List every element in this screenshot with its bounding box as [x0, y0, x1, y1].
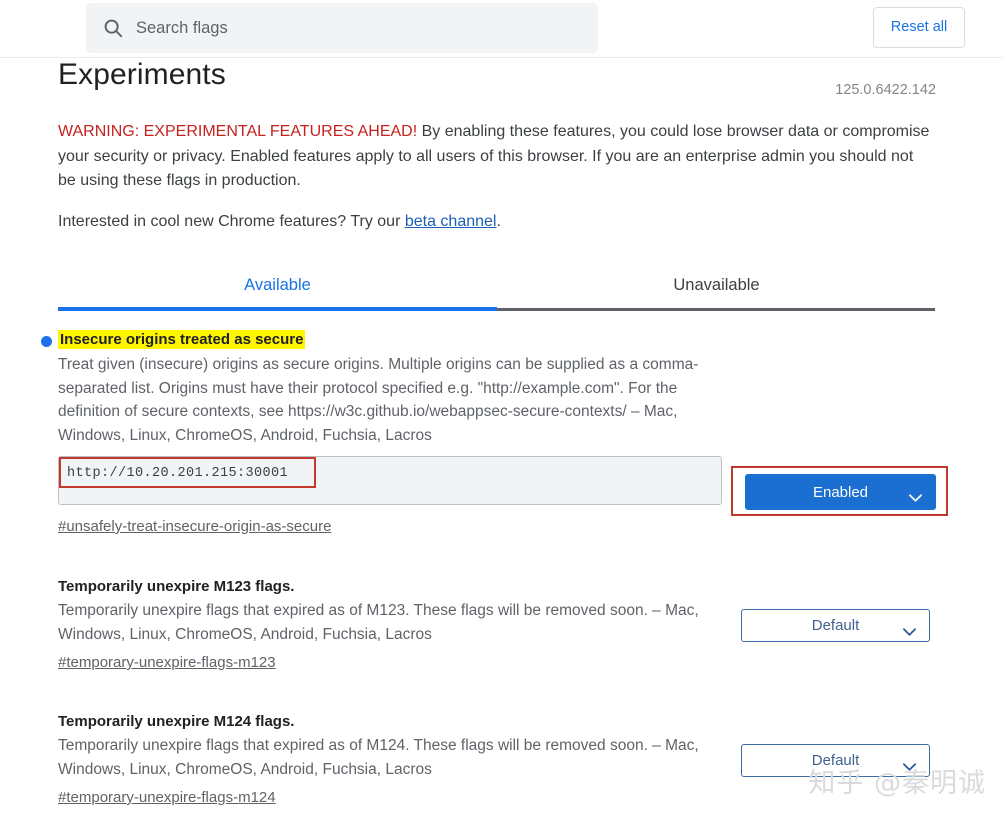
page-title: Experiments — [58, 58, 226, 91]
search-input[interactable] — [136, 18, 556, 38]
experiment-body: Insecure origins treated as secure Treat… — [58, 330, 726, 536]
insecure-origins-textarea[interactable] — [58, 456, 722, 505]
search-box[interactable] — [86, 3, 598, 53]
tab-active-indicator — [58, 307, 497, 311]
unexpire-m124-select[interactable]: Default — [741, 744, 930, 777]
experiment-permalink[interactable]: #unsafely-treat-insecure-origin-as-secur… — [58, 518, 331, 535]
tabs: Available Unavailable — [58, 263, 936, 311]
experiment-body: Temporarily unexpire M124 flags. Tempora… — [58, 713, 726, 807]
warning-lead: WARNING: EXPERIMENTAL FEATURES AHEAD! — [58, 123, 418, 140]
experiment-title: Temporarily unexpire M124 flags. — [58, 713, 295, 730]
page-header: Experiments 125.0.6422.142 — [0, 58, 1002, 110]
experiment-permalink[interactable]: #temporary-unexpire-flags-m123 — [58, 654, 276, 671]
tab-available[interactable]: Available — [58, 263, 497, 308]
flags-page: Experiments 125.0.6422.142 WARNING: EXPE… — [0, 58, 1002, 814]
top-bar: Reset all — [0, 0, 1002, 58]
experiment-select-wrap: Enabled — [745, 474, 936, 510]
reset-all-button[interactable]: Reset all — [873, 7, 965, 48]
experiment-modified-dot-icon — [41, 336, 52, 347]
experiment-title: Insecure origins treated as secure — [58, 330, 306, 349]
unexpire-m123-select[interactable]: Default — [741, 609, 930, 642]
experiment-description: Temporarily unexpire flags that expired … — [58, 602, 699, 643]
experiment-select-wrap: Default — [741, 744, 930, 777]
experiment-title: Temporarily unexpire M123 flags. — [58, 578, 295, 595]
beta-channel-line: Interested in cool new Chrome features? … — [58, 213, 501, 231]
experiment-body: Temporarily unexpire M123 flags. Tempora… — [58, 578, 726, 672]
experiment-permalink[interactable]: #temporary-unexpire-flags-m124 — [58, 789, 276, 806]
version-label: 125.0.6422.142 — [835, 82, 936, 98]
beta-suffix: . — [496, 213, 501, 230]
experiment-description: Temporarily unexpire flags that expired … — [58, 737, 699, 778]
warning-block: WARNING: EXPERIMENTAL FEATURES AHEAD! By… — [58, 120, 934, 194]
beta-prefix: Interested in cool new Chrome features? … — [58, 213, 405, 230]
search-icon — [102, 17, 124, 39]
tab-unavailable[interactable]: Unavailable — [497, 263, 936, 308]
beta-channel-link[interactable]: beta channel — [405, 213, 497, 230]
insecure-origins-select[interactable]: Enabled — [745, 474, 936, 510]
experiment-description: Treat given (insecure) origins as secure… — [58, 356, 699, 444]
experiment-select-wrap: Default — [741, 609, 930, 642]
